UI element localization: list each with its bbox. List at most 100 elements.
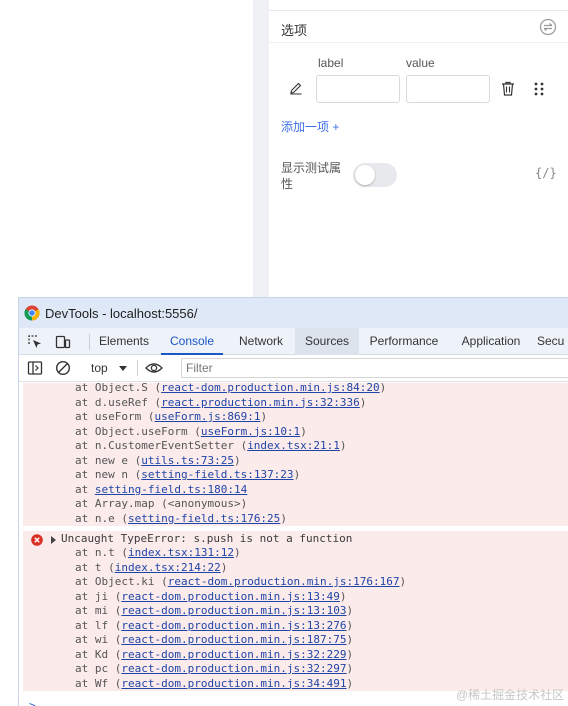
properties-panel: 选项 label value 添加一项 + 显示测试属性 {/} — [269, 0, 568, 297]
stack-frame: at mi (react-dom.production.min.js:13:10… — [75, 604, 353, 619]
source-link[interactable]: useForm.js:10:1 — [201, 425, 300, 438]
stack-frame: at n.CustomerEventSetter (index.tsx:21:1… — [75, 439, 347, 454]
stack-frame-text: at n.t ( — [75, 546, 128, 559]
trash-icon[interactable] — [501, 81, 515, 96]
source-link[interactable]: react-dom.production.min.js:32:297 — [121, 662, 346, 675]
tab-application[interactable]: Application — [451, 328, 531, 355]
error-message: Uncaught TypeError: s.push is not a func… — [61, 532, 353, 545]
drag-handle-icon[interactable] — [533, 81, 545, 97]
show-test-props-toggle[interactable] — [353, 163, 397, 187]
console-toolbar: top Filter — [19, 355, 568, 382]
expand-arrow-icon[interactable] — [51, 536, 56, 544]
source-link[interactable]: setting-field.ts:137:23 — [141, 468, 293, 481]
stack-frame: at t (index.tsx:214:22) — [75, 561, 227, 576]
tab-security[interactable]: Secu — [537, 328, 568, 355]
source-link[interactable]: index.tsx:214:22 — [115, 561, 221, 574]
source-link[interactable]: react-dom.production.min.js:13:103 — [121, 604, 346, 617]
stack-frame-suffix: ) — [346, 633, 354, 646]
clear-console-icon[interactable] — [55, 360, 71, 376]
panel-divider — [253, 0, 269, 297]
show-test-props-label: 显示测试属性 — [281, 161, 342, 191]
stack-frame: at Object.ki (react-dom.production.min.j… — [75, 575, 406, 590]
stack-frame-text: at n.CustomerEventSetter ( — [75, 439, 248, 452]
tab-sources[interactable]: Sources — [295, 328, 359, 355]
inspect-element-icon[interactable] — [27, 334, 43, 350]
stack-frame-suffix: ) — [399, 575, 407, 588]
stack-frame-text: at Object.S ( — [75, 383, 162, 394]
stack-frame-suffix: ) — [379, 383, 387, 394]
stack-frame-suffix: ) — [293, 468, 301, 481]
stack-frame: at d.useRef (react.production.min.js:32:… — [75, 396, 366, 411]
stack-frame: at Object.useForm (useForm.js:10:1) — [75, 425, 307, 440]
stack-frame-text: at Kd ( — [75, 647, 122, 661]
stack-frame-suffix: ) — [346, 618, 354, 632]
source-link[interactable]: react.production.min.js:32:336 — [161, 396, 360, 409]
source-link[interactable]: react-dom.production.min.js:13:49 — [121, 590, 340, 603]
stack-frame-suffix: ) — [300, 424, 307, 438]
context-selector[interactable]: top — [91, 361, 108, 375]
source-link[interactable]: react-dom.production.min.js:34:491 — [121, 677, 346, 690]
option-label-input[interactable] — [316, 75, 400, 103]
stack-frame-text: at — [75, 482, 95, 496]
source-link[interactable]: react-dom.production.min.js:84:20 — [161, 383, 380, 394]
stack-trace-block: at Object.S (react-dom.production.min.js… — [23, 383, 568, 526]
stack-frame-text: at Object.ki ( — [75, 575, 168, 588]
tab-performance[interactable]: Performance — [363, 328, 445, 355]
tabbar-separator — [89, 334, 90, 350]
collapse-icon[interactable] — [539, 18, 557, 36]
eye-icon[interactable] — [145, 360, 163, 376]
stack-frame: at wi (react-dom.production.min.js:187:7… — [75, 633, 353, 648]
stack-frame-suffix: ) — [260, 410, 268, 423]
stack-frame: at Array.map (<anonymous>) — [75, 497, 247, 512]
source-link[interactable]: react-dom.production.min.js:13:276 — [121, 619, 346, 632]
filter-input[interactable]: Filter — [181, 358, 568, 378]
sidebar-toggle-icon[interactable] — [27, 360, 43, 376]
stack-frame-suffix: ) — [280, 511, 287, 525]
stack-frame-text: at lf ( — [75, 618, 122, 632]
source-link[interactable]: react-dom.production.min.js:176:167 — [168, 575, 400, 588]
column-label-header: label — [318, 56, 344, 70]
console-output[interactable]: at Object.S (react-dom.production.min.js… — [19, 383, 568, 706]
edit-icon[interactable] — [289, 81, 303, 95]
source-link[interactable]: setting-field.ts:176:25 — [128, 512, 280, 525]
stack-frame-text: at pc ( — [75, 662, 122, 675]
stack-frame: at new n (setting-field.ts:137:23) — [75, 468, 300, 483]
tab-console[interactable]: Console — [161, 328, 223, 355]
stack-frame-suffix: ) — [346, 604, 354, 617]
device-toggle-icon[interactable] — [55, 334, 71, 350]
stack-frame: at useForm (useForm.js:869:1) — [75, 410, 267, 425]
watermark: @稀土掘金技术社区 — [456, 688, 565, 702]
section-title: 选项 — [281, 23, 308, 38]
stack-frame-text: at Array.map (<anonymous>) — [75, 497, 248, 510]
source-link[interactable]: react-dom.production.min.js:187:75 — [121, 633, 346, 646]
tab-network[interactable]: Network — [229, 328, 293, 355]
devtools-window: DevTools - localhost:5556/ Elements Cons… — [18, 297, 568, 706]
source-link[interactable]: useForm.js:869:1 — [154, 410, 260, 423]
stack-frame: at ji (react-dom.production.min.js:13:49… — [75, 590, 347, 605]
option-value-input[interactable] — [406, 75, 490, 103]
tab-elements[interactable]: Elements — [93, 328, 155, 355]
column-value-header: value — [406, 56, 435, 70]
stack-frame-text: at new e ( — [75, 453, 142, 467]
stack-frame-text: at new n ( — [75, 468, 142, 481]
source-link[interactable]: react-dom.production.min.js:32:229 — [121, 648, 346, 661]
source-link[interactable]: index.tsx:131:12 — [128, 546, 234, 559]
canvas-area — [0, 0, 253, 297]
stack-frame: at pc (react-dom.production.min.js:32:29… — [75, 662, 353, 677]
stack-frame: at n.t (index.tsx:131:12) — [75, 546, 241, 561]
stack-frame-text: at useForm ( — [75, 410, 155, 423]
chevron-down-icon[interactable] — [119, 366, 127, 371]
chrome-icon — [24, 305, 40, 321]
source-link[interactable]: index.tsx:21:1 — [247, 439, 340, 452]
stack-frame: at Kd (react-dom.production.min.js:32:22… — [75, 648, 353, 663]
source-link[interactable]: utils.ts:73:25 — [141, 454, 234, 467]
stack-frame-suffix: ) — [233, 546, 241, 559]
stack-frame-text: at d.useRef ( — [75, 395, 162, 409]
code-icon[interactable]: {/} — [535, 166, 557, 180]
panel-top-border — [269, 10, 568, 11]
console-prompt[interactable]: > — [29, 699, 36, 706]
source-link[interactable]: setting-field.ts:180:14 — [95, 483, 247, 496]
stack-frame-text: at n.e ( — [75, 511, 128, 525]
stack-frame-text: at Wf ( — [75, 676, 122, 690]
add-option-link[interactable]: 添加一项 + — [281, 118, 339, 135]
